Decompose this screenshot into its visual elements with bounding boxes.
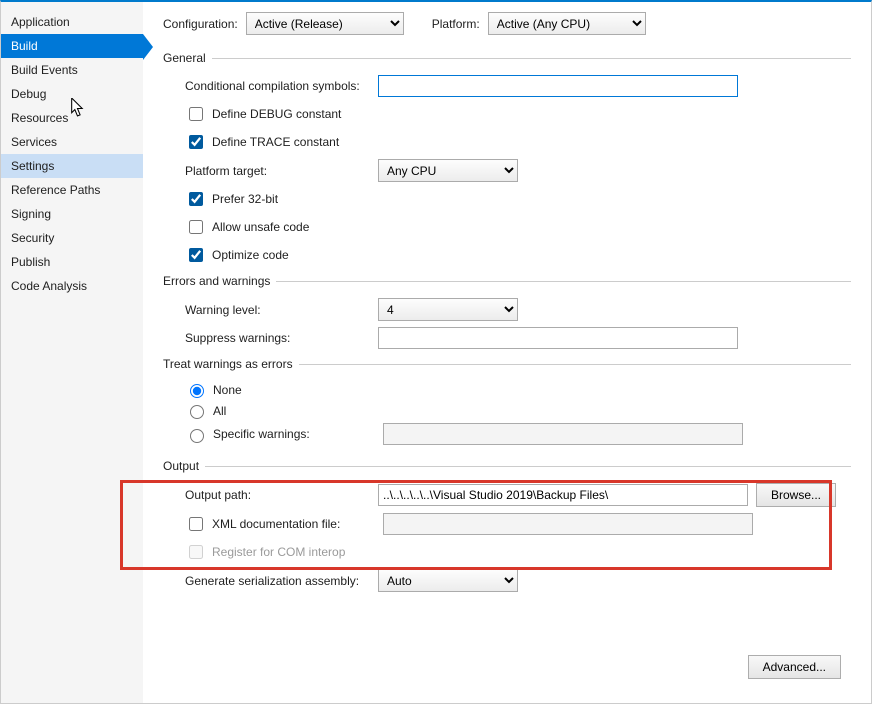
sidebar-item-services[interactable]: Services (1, 130, 143, 154)
sidebar-item-build[interactable]: Build (1, 34, 143, 58)
define-debug-label: Define DEBUG constant (212, 107, 341, 121)
prefer-32bit-label: Prefer 32-bit (212, 192, 278, 206)
project-properties-window: Application Build Build Events Debug Res… (0, 0, 872, 704)
treat-none-radio[interactable] (190, 384, 204, 398)
output-path-label: Output path: (185, 488, 370, 502)
section-output-label: Output (163, 459, 199, 473)
warning-level-label: Warning level: (185, 303, 370, 317)
section-treat-label: Treat warnings as errors (163, 357, 293, 371)
treat-none-label: None (213, 383, 242, 397)
sidebar-item-build-events[interactable]: Build Events (1, 58, 143, 82)
prefer-32bit-row: Prefer 32-bit (185, 188, 851, 210)
configuration-dropdown[interactable]: Active (Release) (246, 12, 404, 35)
register-com-label: Register for COM interop (212, 545, 345, 559)
conditional-symbols-row: Conditional compilation symbols: (185, 75, 851, 97)
section-errors-label: Errors and warnings (163, 274, 270, 288)
treat-specific-label: Specific warnings: (213, 427, 377, 441)
output-path-input[interactable] (378, 484, 748, 506)
platform-target-row: Platform target: Any CPU (185, 159, 851, 182)
section-general-label: General (163, 51, 206, 65)
treat-specific-row: Specific warnings: (185, 423, 851, 445)
sidebar-item-code-analysis[interactable]: Code Analysis (1, 274, 143, 298)
define-trace-checkbox[interactable] (189, 135, 203, 149)
main-panel: Configuration: Active (Release) Platform… (143, 2, 871, 703)
section-errors: Errors and warnings (163, 274, 851, 288)
prefer-32bit-checkbox[interactable] (189, 192, 203, 206)
section-treat: Treat warnings as errors (163, 357, 851, 371)
optimize-label: Optimize code (212, 248, 289, 262)
register-com-row: Register for COM interop (185, 541, 851, 563)
warning-level-row: Warning level: 4 (185, 298, 851, 321)
define-trace-label: Define TRACE constant (212, 135, 339, 149)
suppress-warnings-label: Suppress warnings: (185, 331, 370, 345)
gen-serialization-dropdown[interactable]: Auto (378, 569, 518, 592)
optimize-checkbox[interactable] (189, 248, 203, 262)
suppress-warnings-row: Suppress warnings: (185, 327, 851, 349)
xml-doc-checkbox[interactable] (189, 517, 203, 531)
browse-button[interactable]: Browse... (756, 483, 836, 507)
section-output: Output (163, 459, 851, 473)
treat-specific-radio[interactable] (190, 429, 204, 443)
section-general: General (163, 51, 851, 65)
sidebar-item-settings[interactable]: Settings (1, 154, 143, 178)
define-debug-checkbox[interactable] (189, 107, 203, 121)
advanced-button[interactable]: Advanced... (748, 655, 841, 679)
allow-unsafe-checkbox[interactable] (189, 220, 203, 234)
xml-doc-label: XML documentation file: (212, 517, 377, 531)
optimize-row: Optimize code (185, 244, 851, 266)
sidebar-item-signing[interactable]: Signing (1, 202, 143, 226)
conditional-symbols-label: Conditional compilation symbols: (185, 79, 370, 93)
treat-all-label: All (213, 404, 226, 418)
configuration-label: Configuration: (163, 17, 238, 31)
sidebar-item-application[interactable]: Application (1, 10, 143, 34)
advanced-row: Advanced... (748, 655, 841, 679)
define-debug-row: Define DEBUG constant (185, 103, 851, 125)
xml-doc-row: XML documentation file: (185, 513, 851, 535)
warning-level-dropdown[interactable]: 4 (378, 298, 518, 321)
platform-target-label: Platform target: (185, 164, 370, 178)
sidebar-item-security[interactable]: Security (1, 226, 143, 250)
xml-doc-input (383, 513, 753, 535)
define-trace-row: Define TRACE constant (185, 131, 851, 153)
conditional-symbols-input[interactable] (378, 75, 738, 97)
gen-serialization-row: Generate serialization assembly: Auto (185, 569, 851, 592)
register-com-checkbox (189, 545, 203, 559)
platform-label: Platform: (432, 17, 480, 31)
allow-unsafe-label: Allow unsafe code (212, 220, 309, 234)
treat-specific-input (383, 423, 743, 445)
gen-serialization-label: Generate serialization assembly: (185, 574, 370, 588)
treat-all-row: All (185, 402, 851, 419)
sidebar-item-publish[interactable]: Publish (1, 250, 143, 274)
sidebar-item-debug[interactable]: Debug (1, 82, 143, 106)
output-path-row: Output path: Browse... (185, 483, 851, 507)
sidebar: Application Build Build Events Debug Res… (1, 2, 143, 703)
allow-unsafe-row: Allow unsafe code (185, 216, 851, 238)
config-row: Configuration: Active (Release) Platform… (163, 12, 851, 35)
platform-dropdown[interactable]: Active (Any CPU) (488, 12, 646, 35)
treat-all-radio[interactable] (190, 405, 204, 419)
sidebar-item-resources[interactable]: Resources (1, 106, 143, 130)
sidebar-item-reference-paths[interactable]: Reference Paths (1, 178, 143, 202)
treat-none-row: None (185, 381, 851, 398)
platform-target-dropdown[interactable]: Any CPU (378, 159, 518, 182)
suppress-warnings-input[interactable] (378, 327, 738, 349)
